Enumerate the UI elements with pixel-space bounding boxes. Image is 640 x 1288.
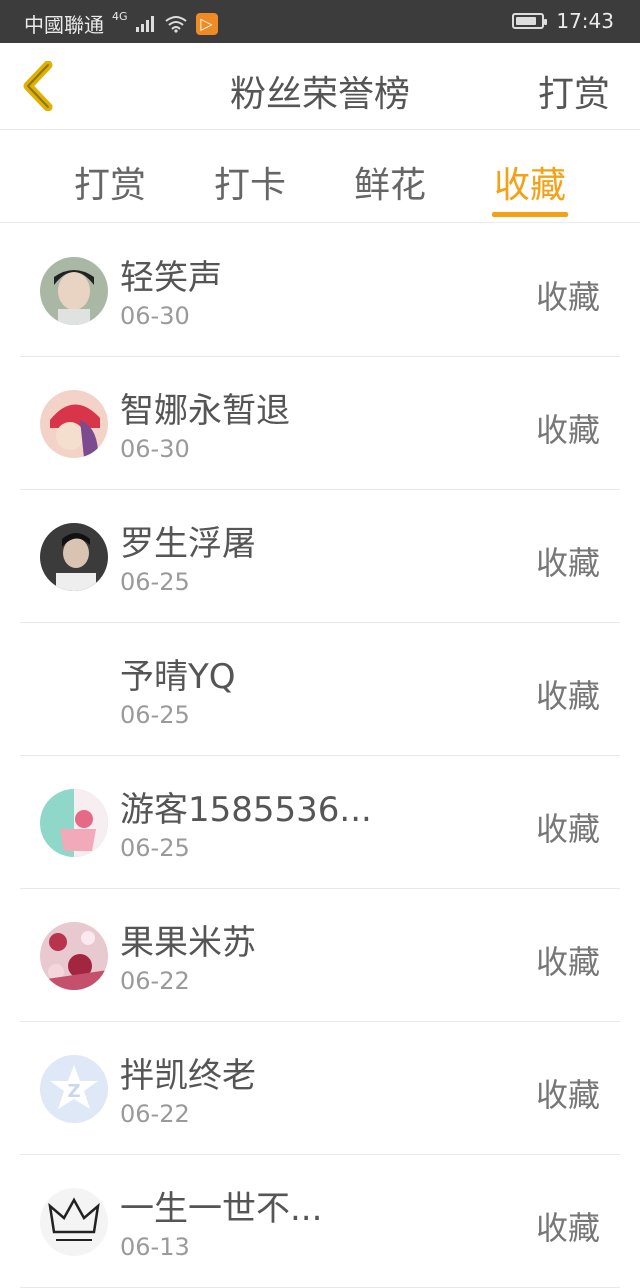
fan-name: 予晴YQ	[120, 657, 236, 697]
avatar[interactable]	[40, 257, 108, 325]
avatar[interactable]	[40, 1188, 108, 1256]
tab-bar: 打赏 打卡 鲜花 收藏	[0, 130, 640, 223]
carrier-name: 中國聯通	[24, 13, 104, 37]
signal-icon	[135, 15, 154, 32]
avatar[interactable]	[40, 523, 108, 591]
wifi-icon	[164, 15, 187, 33]
list-item[interactable]: Z 拌凯终老 06-22 收藏	[20, 1022, 620, 1155]
fan-name: 一生一世不...	[120, 1189, 323, 1229]
list-item[interactable]: 智娜永暂退 06-30 收藏	[20, 357, 620, 490]
network-type: 4G	[112, 10, 128, 23]
status-time: 17:43	[556, 9, 614, 33]
status-bar-left: 中國聯通 4G ▷	[24, 9, 218, 38]
fan-action: 收藏	[535, 544, 600, 582]
avatar[interactable]	[40, 789, 108, 857]
avatar[interactable]	[40, 922, 108, 990]
fan-date: 06-25	[120, 701, 190, 729]
fan-name: 智娜永暂退	[120, 391, 290, 431]
fan-action: 收藏	[535, 677, 600, 715]
fan-date: 06-30	[120, 302, 190, 330]
reward-button[interactable]: 打赏	[538, 65, 610, 117]
avatar[interactable]	[40, 390, 108, 458]
tab-reward[interactable]: 打赏	[40, 156, 180, 208]
status-bar: 中國聯通 4G ▷ 17:43	[0, 0, 640, 43]
tab-favorites[interactable]: 收藏	[460, 156, 600, 208]
avatar[interactable]	[40, 656, 108, 724]
app-header: 粉丝荣誉榜 打赏	[0, 43, 640, 130]
battery-charging-icon	[512, 13, 548, 29]
list-item[interactable]: 果果米苏 06-22 收藏	[20, 889, 620, 1022]
fan-date: 06-25	[120, 568, 190, 596]
list-item[interactable]: 罗生浮屠 06-25 收藏	[20, 490, 620, 623]
list-item[interactable]: 一生一世不... 06-13 收藏	[20, 1155, 620, 1288]
fan-action: 收藏	[535, 943, 600, 981]
fan-name: 拌凯终老	[120, 1056, 256, 1096]
list-item[interactable]: 轻笑声 06-30 收藏	[20, 224, 620, 357]
tab-flowers[interactable]: 鲜花	[320, 156, 460, 208]
fan-date: 06-22	[120, 1100, 190, 1128]
avatar[interactable]: Z	[40, 1055, 108, 1123]
app-notification-icon: ▷	[195, 12, 218, 35]
status-bar-right: 17:43	[512, 9, 614, 33]
fan-date: 06-30	[120, 435, 190, 463]
fan-date: 06-13	[120, 1233, 190, 1261]
fan-name: 轻笑声	[120, 258, 222, 298]
fan-date: 06-25	[120, 834, 190, 862]
fan-action: 收藏	[535, 810, 600, 848]
fan-name: 游客1585536...	[120, 790, 372, 830]
fan-action: 收藏	[535, 411, 600, 449]
list-item[interactable]: 予晴YQ 06-25 收藏	[20, 623, 620, 756]
svg-text:Z: Z	[67, 1081, 80, 1102]
fan-action: 收藏	[535, 1209, 600, 1247]
fan-date: 06-22	[120, 967, 190, 995]
fan-action: 收藏	[535, 278, 600, 316]
active-tab-indicator	[492, 212, 568, 217]
fan-action: 收藏	[535, 1076, 600, 1114]
list-item[interactable]: 游客1585536... 06-25 收藏	[20, 756, 620, 889]
tab-checkin[interactable]: 打卡	[180, 156, 320, 208]
fan-name: 果果米苏	[120, 923, 256, 963]
fan-name: 罗生浮屠	[120, 524, 256, 564]
